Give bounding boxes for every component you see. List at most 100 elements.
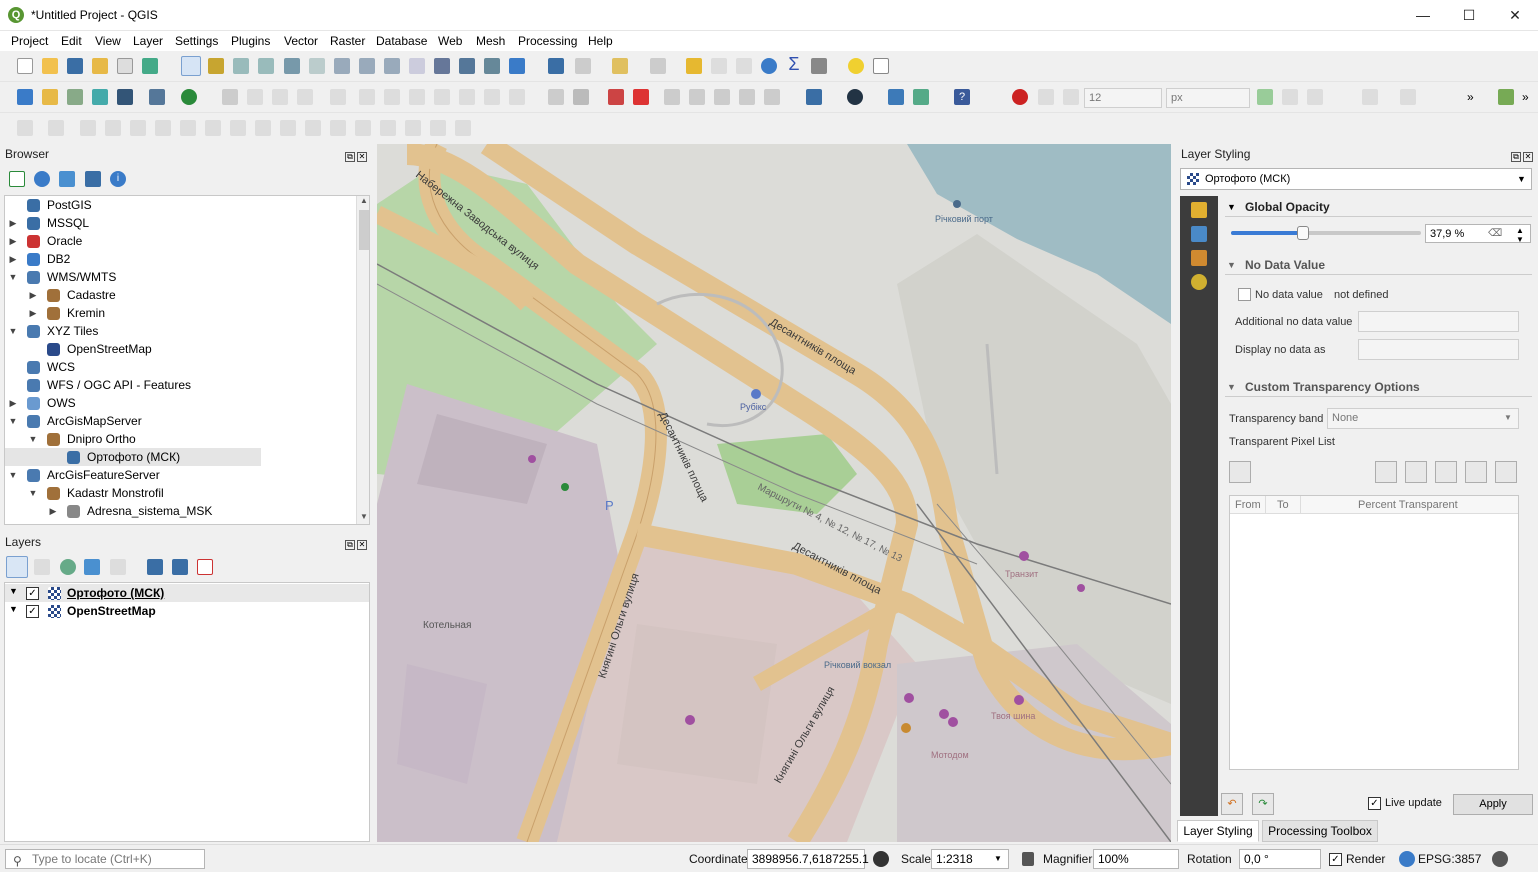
clear-icon[interactable]: ⌫ <box>1488 225 1502 243</box>
edits-icon[interactable] <box>222 89 238 105</box>
menu-view[interactable]: View <box>95 34 121 48</box>
offset-symbols-icon[interactable] <box>455 120 471 136</box>
info-icon[interactable]: i <box>110 171 126 187</box>
zoom-full-icon[interactable] <box>284 58 300 74</box>
style-manager-icon[interactable] <box>142 58 158 74</box>
messages-icon[interactable] <box>1492 851 1508 867</box>
scale-combobox[interactable]: 1:2318 ▼ <box>931 849 1009 869</box>
rendering-tab-icon[interactable] <box>1191 274 1207 290</box>
undo-icon[interactable] <box>484 89 500 105</box>
trace-icon[interactable] <box>1362 89 1378 105</box>
layers-panel-controls[interactable]: ⧉ ✕ <box>343 536 367 550</box>
fill-ring-icon[interactable] <box>155 120 171 136</box>
crs-label[interactable]: EPSG:3857 <box>1418 852 1481 866</box>
close-button[interactable]: ✕ <box>1492 0 1538 31</box>
intersection-icon[interactable] <box>1282 89 1298 105</box>
opacity-spinbox[interactable]: 37,9 % ⌫ ▲ ▼ <box>1425 224 1531 244</box>
db-manager-icon[interactable] <box>806 89 822 105</box>
browser-item[interactable]: WFS / OGC API - Features <box>5 376 355 394</box>
browser-item[interactable]: Ортофото (МСК) <box>5 448 261 466</box>
menu-layer[interactable]: Layer <box>133 34 163 48</box>
opacity-slider-handle[interactable] <box>1297 226 1309 240</box>
add-wms-icon[interactable] <box>181 89 197 105</box>
text-annotation-icon[interactable] <box>873 58 889 74</box>
actions-icon[interactable] <box>575 58 591 74</box>
map-canvas[interactable]: Набережна Заводська вулиця Десантників п… <box>377 144 1171 842</box>
new-geopackage-icon[interactable] <box>42 89 58 105</box>
undo-style-button[interactable]: ↶ <box>1221 793 1243 815</box>
zoom-in-icon[interactable] <box>233 58 249 74</box>
rotate-feature-icon[interactable] <box>48 120 64 136</box>
move-label-icon[interactable] <box>664 89 680 105</box>
new-shapefile-icon[interactable] <box>67 89 83 105</box>
label-properties-icon[interactable] <box>764 89 780 105</box>
spin-down-icon[interactable]: ▼ <box>1516 231 1524 249</box>
maximize-button[interactable]: ☐ <box>1446 0 1492 31</box>
transparency-band-select[interactable]: None ▼ <box>1327 408 1519 429</box>
browser-item[interactable]: ▶ Adresna_sistema_MSK <box>5 502 355 520</box>
rotate-label-icon[interactable] <box>689 89 705 105</box>
lock-scale-icon[interactable] <box>1022 852 1034 866</box>
layer-visibility-checkbox[interactable]: ✓ <box>26 587 39 600</box>
browser-item[interactable]: ▼ Dnipro Ortho <box>5 430 355 448</box>
self-snap-icon[interactable] <box>1307 89 1323 105</box>
remove-row-button[interactable] <box>1435 461 1457 483</box>
zoom-layer-icon[interactable] <box>334 58 350 74</box>
coordinate-input[interactable]: 3898956.7,6187255.1 <box>747 849 869 869</box>
visibility-icon[interactable] <box>60 559 76 575</box>
expand-arrow-icon[interactable]: ▼ <box>8 322 18 340</box>
expand-arrow-icon[interactable]: ▼ <box>9 586 18 596</box>
menu-processing[interactable]: Processing <box>518 34 577 48</box>
menu-raster[interactable]: Raster <box>330 34 365 48</box>
export-button[interactable] <box>1405 461 1427 483</box>
collapse-all-icon[interactable] <box>85 171 101 187</box>
statistics-icon[interactable]: Σ <box>786 55 802 73</box>
open-project-icon[interactable] <box>42 58 58 74</box>
layer-name[interactable]: Ортофото (МСК) <box>67 586 164 600</box>
expand-all-icon[interactable] <box>147 559 163 575</box>
change-label-icon[interactable] <box>714 89 730 105</box>
show-hide-labels-icon[interactable] <box>739 89 755 105</box>
save-as-icon[interactable] <box>92 58 108 74</box>
filter-legend-icon[interactable] <box>84 559 100 575</box>
expand-arrow-icon[interactable]: ▼ <box>8 268 18 286</box>
browser-item[interactable]: WCS <box>5 358 355 376</box>
pin-labels-icon[interactable] <box>573 89 589 105</box>
select-by-value-icon[interactable] <box>650 58 666 74</box>
tab-layer-styling[interactable]: Layer Styling <box>1177 820 1259 842</box>
new-project-icon[interactable] <box>17 58 33 74</box>
browser-item[interactable]: ▼ Kadastr Monstrofil <box>5 484 355 502</box>
add-part-icon[interactable] <box>130 120 146 136</box>
python-console-icon[interactable] <box>888 89 904 105</box>
expand-arrow-icon[interactable]: ▶ <box>48 502 58 520</box>
browser-item[interactable]: ▼ XYZ Tiles <box>5 322 355 340</box>
zoom-next-icon[interactable] <box>409 58 425 74</box>
new-temp-layer-icon[interactable] <box>117 89 133 105</box>
collapse-arrow-icon[interactable]: ▼ <box>1227 382 1236 392</box>
snap-type-icon[interactable] <box>1063 89 1079 105</box>
label-tool-icon[interactable] <box>548 89 564 105</box>
digitize-shape-icon[interactable] <box>17 120 33 136</box>
reverse-line-icon[interactable] <box>280 120 296 136</box>
unit-select[interactable]: px <box>1166 88 1250 108</box>
browser-panel-controls[interactable]: ⧉ ✕ <box>343 148 367 162</box>
browser-tree[interactable]: PostGIS ▶ MSSQL ▶ Oracle ▶ DB2 ▼ WMS/WMTS ▶ Cadast… <box>4 195 370 525</box>
delete-ring-icon[interactable] <box>180 120 196 136</box>
add-group-icon[interactable] <box>34 559 50 575</box>
histogram-tab-icon[interactable] <box>1191 250 1207 266</box>
open-file-button[interactable] <box>1375 461 1397 483</box>
cut-features-icon[interactable] <box>409 89 425 105</box>
new-spatialite-icon[interactable] <box>92 89 108 105</box>
refresh-icon[interactable] <box>509 58 525 74</box>
rotate-symbols-icon[interactable] <box>430 120 446 136</box>
zoom-selection-icon[interactable] <box>309 58 325 74</box>
help-icon[interactable]: ? <box>954 89 970 105</box>
split-features-icon[interactable] <box>330 120 346 136</box>
scroll-down-icon[interactable]: ▼ <box>360 512 368 521</box>
collapse-arrow-icon[interactable]: ▼ <box>1227 202 1236 212</box>
offset-curve-icon[interactable] <box>255 120 271 136</box>
menu-help[interactable]: Help <box>588 34 613 48</box>
transparency-tab-icon[interactable] <box>1191 226 1207 242</box>
expand-arrow-icon[interactable]: ▶ <box>8 232 18 250</box>
vertex-tool-icon[interactable] <box>330 89 346 105</box>
